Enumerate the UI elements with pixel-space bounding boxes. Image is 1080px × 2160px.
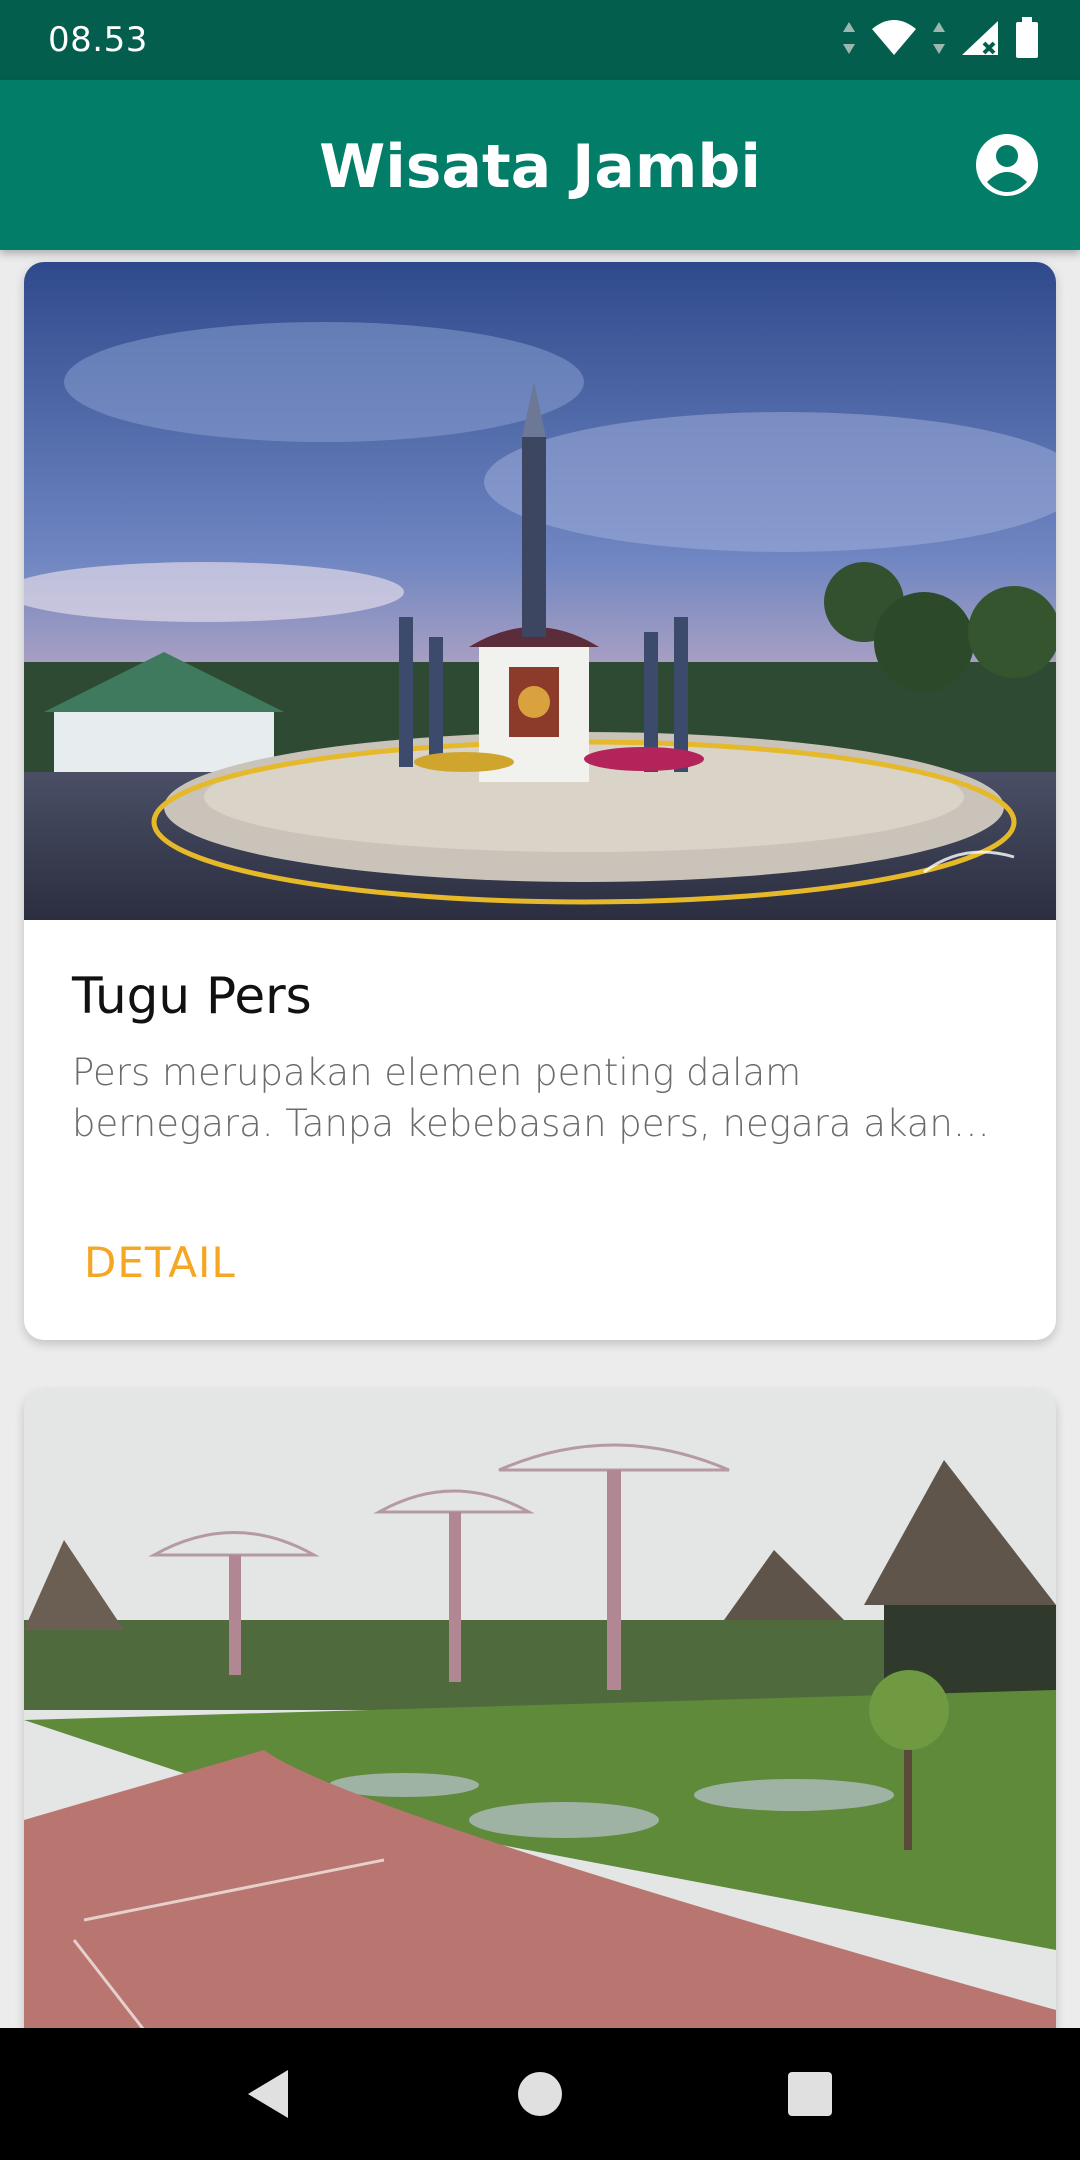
battery-icon — [1014, 16, 1040, 64]
account-button[interactable] — [974, 132, 1040, 198]
home-button[interactable] — [508, 2062, 572, 2126]
signal-icon — [960, 19, 1000, 62]
park-photo — [24, 1390, 1056, 2030]
card-body: Tugu Pers Pers merupakan elemen penting … — [72, 967, 1008, 1149]
tugu-pers-photo — [24, 262, 1056, 920]
app-bar: Wisata Jambi — [0, 80, 1080, 250]
destination-card[interactable] — [24, 1390, 1056, 2090]
navigation-bar — [0, 2028, 1080, 2160]
data-arrows-icon — [932, 20, 946, 61]
back-button[interactable] — [236, 2062, 300, 2126]
recents-icon — [788, 2072, 832, 2116]
home-icon — [518, 2072, 562, 2116]
status-icons — [842, 16, 1040, 64]
back-icon — [248, 2070, 288, 2118]
recents-button[interactable] — [778, 2062, 842, 2126]
app-title: Wisata Jambi — [319, 132, 761, 202]
wifi-icon — [870, 19, 918, 62]
data-arrows-icon — [842, 20, 856, 61]
account-circle-icon — [976, 134, 1038, 196]
detail-button[interactable]: DETAIL — [58, 1230, 262, 1295]
status-time: 08.53 — [48, 20, 148, 60]
destination-card[interactable]: Tugu Pers Pers merupakan elemen penting … — [24, 262, 1056, 1340]
card-description: Pers merupakan elemen penting dalam bern… — [72, 1051, 953, 1145]
status-bar: 08.53 — [0, 0, 1080, 80]
card-title: Tugu Pers — [72, 967, 312, 1025]
